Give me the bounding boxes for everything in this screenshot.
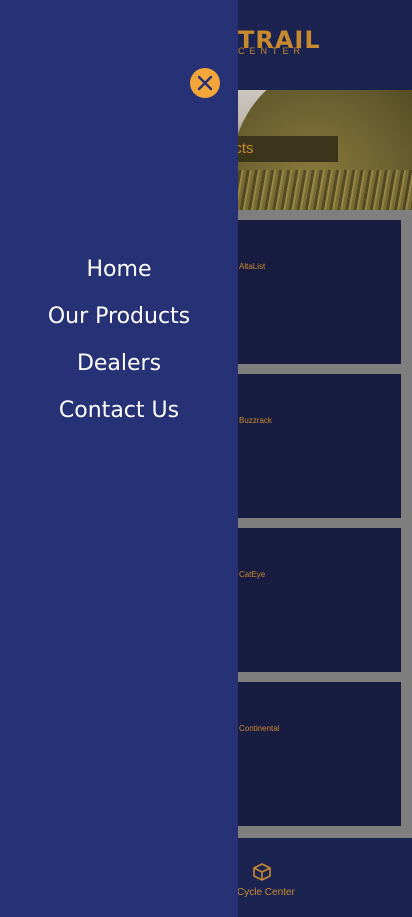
menu-item-our-products[interactable]: Our Products — [0, 297, 238, 344]
box-icon — [252, 862, 272, 882]
brand-card[interactable]: Buzzrack — [223, 374, 401, 518]
close-menu-button[interactable] — [190, 68, 220, 98]
scrollbar[interactable] — [402, 210, 412, 840]
brand-card[interactable]: CatEye — [223, 528, 401, 672]
nav-drawer: Home Our Products Dealers Contact Us — [0, 0, 238, 917]
brand-card-label: CatEye — [239, 570, 266, 579]
logo-subtitle: CENTER — [238, 46, 306, 56]
close-icon — [197, 75, 213, 91]
brand-card[interactable]: AltaList — [223, 220, 401, 364]
menu-item-dealers[interactable]: Dealers — [0, 344, 238, 391]
menu-item-contact-us[interactable]: Contact Us — [0, 391, 238, 438]
brand-card-label: Continental — [239, 724, 280, 733]
site-logo[interactable]: TRAIL CENTER — [238, 22, 328, 62]
brand-card[interactable]: Continental — [223, 682, 401, 826]
brand-card-label: AltaList — [239, 262, 266, 271]
menu-item-home[interactable]: Home — [0, 250, 238, 297]
drawer-menu: Home Our Products Dealers Contact Us — [0, 250, 238, 438]
brand-card-label: Buzzrack — [239, 416, 272, 425]
footer-brand-text: l Cycle Center — [232, 887, 295, 898]
